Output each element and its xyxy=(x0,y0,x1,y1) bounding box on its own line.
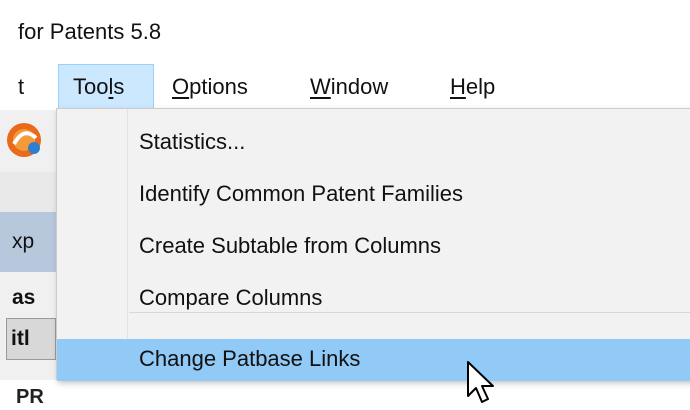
menu-help-label: Help xyxy=(450,74,496,99)
menu-item-label: Create Subtable from Columns xyxy=(139,233,442,258)
left-panel-selected-row[interactable]: xp xyxy=(0,212,60,272)
menu-window-label: Window xyxy=(310,74,389,99)
title-bar: for Patents 5.8 xyxy=(0,0,690,64)
left-heading-text: as xyxy=(12,286,36,309)
menu-separator xyxy=(129,312,690,313)
menu-bar: t Tools Options Window Help xyxy=(0,64,690,110)
title-column-header[interactable]: itl xyxy=(6,318,56,360)
data-row-text: PR xyxy=(16,386,44,408)
menu-tools-label: Tools xyxy=(73,74,125,99)
menu-item-create-subtable[interactable]: Create Subtable from Columns xyxy=(57,221,690,273)
menu-item-statistics[interactable]: Statistics... xyxy=(57,117,690,169)
menu-item-label: Statistics... xyxy=(139,129,246,154)
tools-dropdown-menu: Statistics... Identify Common Patent Fam… xyxy=(56,108,690,381)
data-row[interactable] xyxy=(0,380,690,410)
menu-tools[interactable]: Tools xyxy=(58,64,154,110)
menu-help[interactable]: Help xyxy=(442,64,503,110)
menu-edit-partial[interactable]: t xyxy=(10,64,32,110)
left-row-text: xp xyxy=(12,230,35,253)
mouse-pointer-icon xyxy=(467,361,494,403)
menu-item-label: Compare Columns xyxy=(139,285,323,310)
window-title: for Patents 5.8 xyxy=(18,19,162,44)
menu-window[interactable]: Window xyxy=(302,64,396,110)
menu-item-change-patbase-links[interactable]: Change Patbase Links xyxy=(57,339,690,381)
title-header-text: itl xyxy=(11,327,30,350)
app-orange-logo-icon[interactable] xyxy=(0,118,56,162)
menu-item-label: Identify Common Patent Families xyxy=(139,181,464,206)
menu-item-label: Change Patbase Links xyxy=(139,346,361,371)
menu-item-compare-columns[interactable]: Compare Columns xyxy=(57,273,690,325)
menu-options-label: Options xyxy=(172,74,248,99)
left-panel-header xyxy=(0,172,60,212)
menu-options[interactable]: Options xyxy=(164,64,256,110)
menu-item-identify-families[interactable]: Identify Common Patent Families xyxy=(57,169,690,221)
app-window: for Patents 5.8 t Tools Options Window H… xyxy=(0,0,690,410)
menu-edit-label: t xyxy=(18,74,25,99)
